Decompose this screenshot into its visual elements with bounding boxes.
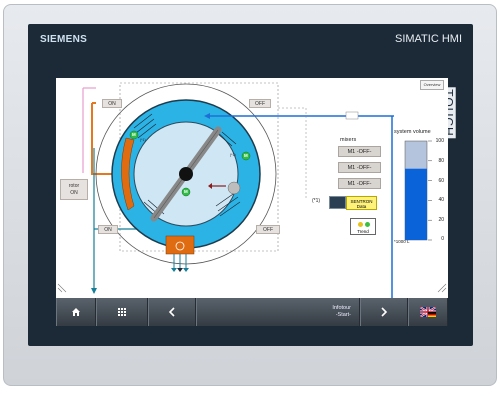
outlet-box bbox=[165, 235, 195, 255]
apps-button[interactable] bbox=[96, 298, 148, 326]
sentron-marker: (*1) bbox=[312, 198, 321, 204]
outlet-pipes bbox=[173, 254, 187, 270]
infotour-line1: Infotour bbox=[332, 305, 351, 311]
motor-label-2: M bbox=[244, 153, 248, 158]
back-button[interactable] bbox=[148, 298, 196, 326]
language-button[interactable] bbox=[408, 298, 448, 326]
trend-button[interactable]: Trend bbox=[350, 218, 376, 235]
motor-tag-1: (*1) bbox=[140, 138, 146, 142]
hmi-screen: Overview ON OFF ON OFF rotor ON M M M (*… bbox=[56, 78, 448, 298]
chevron-right-icon bbox=[381, 307, 388, 317]
infotour-button[interactable]: Infotour -Start- bbox=[196, 298, 360, 326]
volume-title: system volume bbox=[394, 129, 431, 135]
language-flag-icon bbox=[420, 307, 436, 317]
mixer-button-1[interactable]: M1 -OFF- bbox=[338, 146, 381, 157]
brand-logo: SIEMENS bbox=[40, 34, 88, 45]
motor-label-3: M bbox=[184, 189, 188, 194]
trend-label: Trend bbox=[357, 229, 369, 234]
volume-tick-100: 100 bbox=[435, 138, 444, 144]
dashed-link bbox=[278, 107, 307, 198]
sentron-data-button[interactable]: SENTRON Data bbox=[346, 196, 377, 210]
home-button[interactable] bbox=[56, 298, 96, 326]
teal-arrow-down bbox=[91, 288, 97, 294]
volume-tick-60: 60 bbox=[438, 178, 444, 184]
rotor-hub bbox=[179, 167, 193, 181]
trend-status-dot-green bbox=[365, 222, 370, 227]
level-sensor bbox=[227, 181, 241, 195]
motor-tag-2: (*1) bbox=[230, 153, 236, 157]
mixer-button-3[interactable]: M1 -OFF- bbox=[338, 178, 381, 189]
home-icon bbox=[72, 308, 80, 316]
on-button-bottom[interactable]: ON bbox=[98, 225, 118, 234]
chevron-left-icon bbox=[168, 307, 175, 317]
pipe-valve bbox=[345, 111, 359, 120]
rotor-label: rotor bbox=[68, 183, 80, 189]
mixer-button-2[interactable]: M1 -OFF- bbox=[338, 162, 381, 173]
product-name: SIMATIC HMI bbox=[394, 33, 462, 45]
sentron-device-icon bbox=[329, 196, 346, 209]
apps-grid-icon bbox=[118, 308, 126, 316]
taskbar: Infotour -Start- bbox=[56, 298, 448, 326]
off-button-top[interactable]: OFF bbox=[249, 99, 271, 108]
rotor-state: ON bbox=[70, 190, 78, 196]
sentron-line2: Data bbox=[356, 204, 367, 209]
off-button-bottom[interactable]: OFF bbox=[256, 225, 280, 234]
volume-gauge-fill bbox=[405, 168, 427, 240]
touch-label: TOUCH bbox=[441, 80, 467, 150]
volume-tick-40: 40 bbox=[438, 197, 444, 203]
forward-button[interactable] bbox=[360, 298, 408, 326]
mixers-title: mixers bbox=[340, 137, 357, 143]
volume-tick-0: 0 bbox=[441, 236, 444, 242]
volume-tick-80: 80 bbox=[438, 158, 444, 164]
volume-tick-20: 20 bbox=[438, 217, 444, 223]
motor-label-1: M bbox=[132, 132, 136, 137]
trend-status-dot-yellow bbox=[358, 222, 363, 227]
process-diagram bbox=[57, 82, 447, 298]
overview-button[interactable]: Overview bbox=[420, 80, 444, 90]
volume-unit: *1000 L bbox=[394, 239, 410, 244]
rotor-status-button[interactable]: rotor ON bbox=[60, 179, 88, 200]
gauge-ticks bbox=[428, 140, 432, 241]
infotour-line2: -Start- bbox=[335, 312, 351, 318]
on-button-top[interactable]: ON bbox=[102, 99, 122, 108]
